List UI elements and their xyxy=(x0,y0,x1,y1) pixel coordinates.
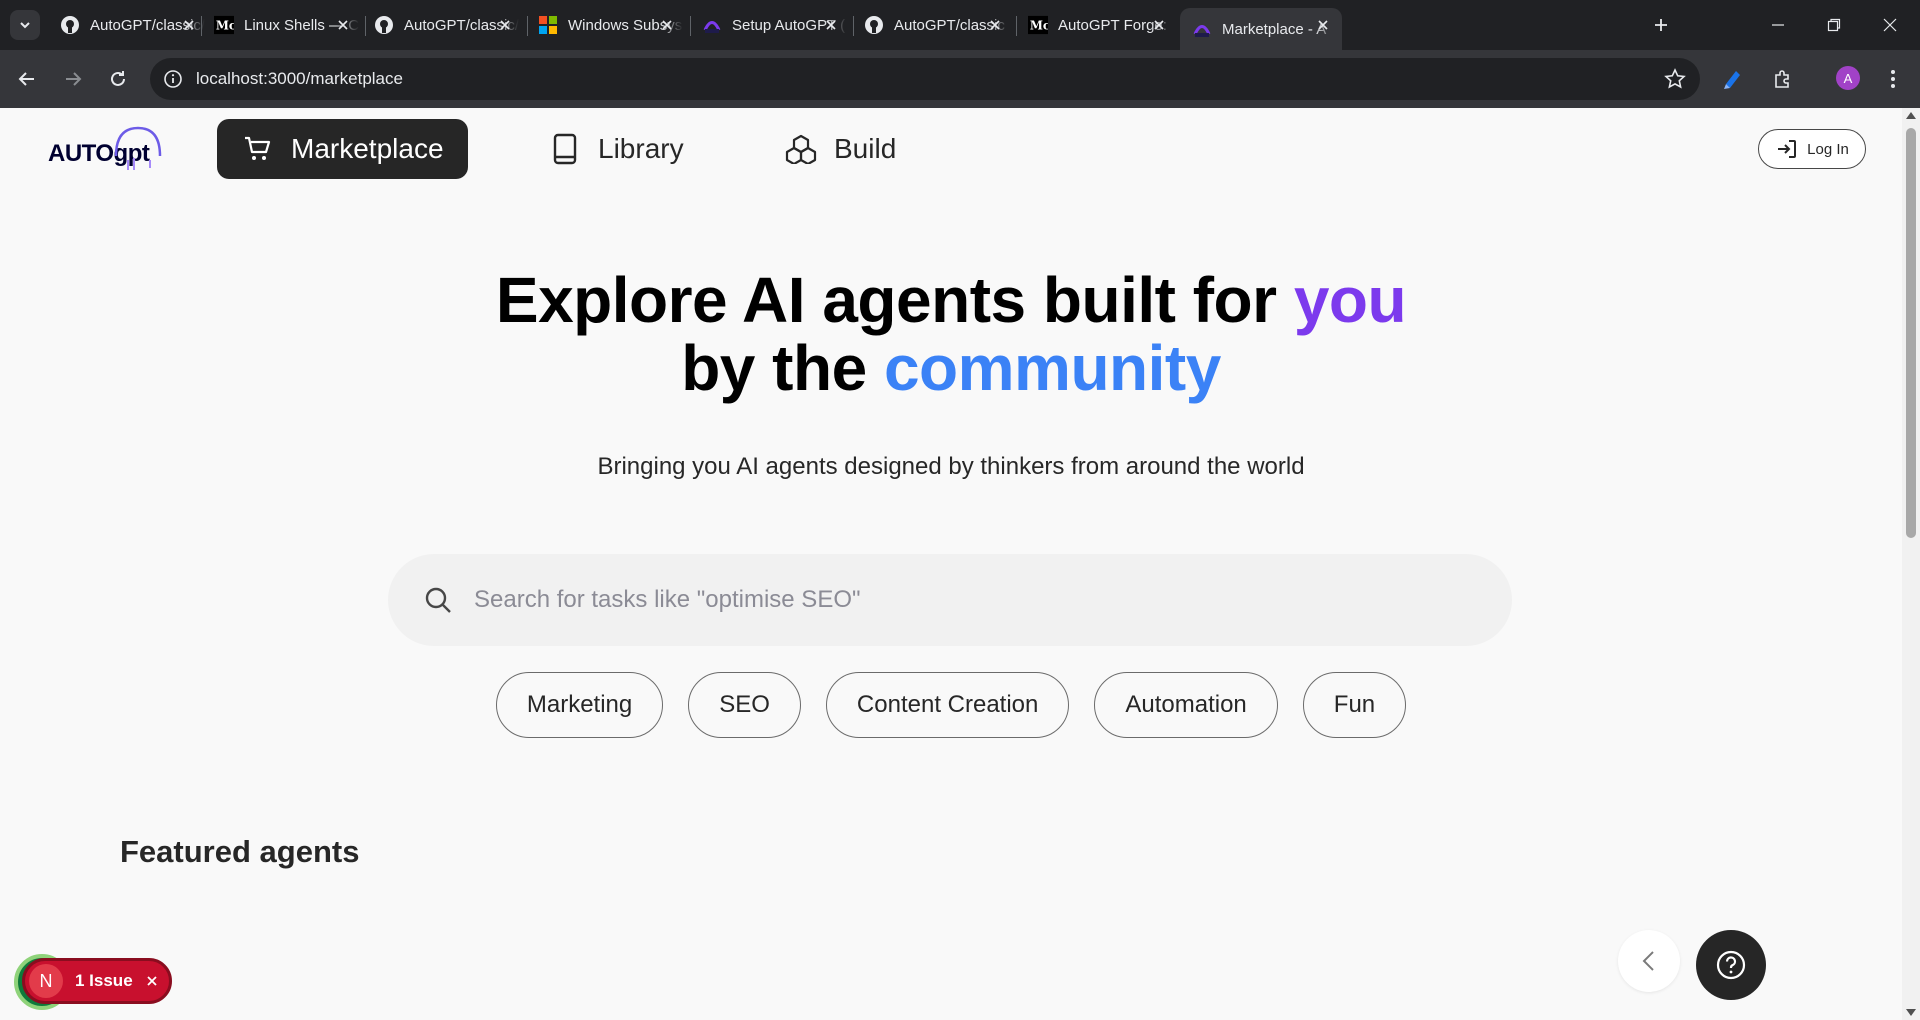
close-icon[interactable] xyxy=(986,16,1004,34)
extension-arrow-icon[interactable] xyxy=(1718,64,1748,94)
minimize-button[interactable] xyxy=(1756,10,1800,40)
chip-automation[interactable]: Automation xyxy=(1094,672,1278,738)
browser-tab[interactable]: AutoGPT/classic/ xyxy=(362,8,524,42)
hero-line-2-text: by the xyxy=(681,332,884,404)
nav-library-label: Library xyxy=(598,133,684,164)
scroll-down-arrow-icon[interactable] xyxy=(1906,1009,1916,1016)
cart-icon xyxy=(241,132,275,166)
browser-tab[interactable]: Mc Linux Shells — C xyxy=(202,8,362,42)
scroll-up-arrow-icon[interactable] xyxy=(1906,112,1916,119)
hero-subtitle: Bringing you AI agents designed by think… xyxy=(597,453,1305,480)
close-icon[interactable] xyxy=(822,16,840,34)
autogpt-logo[interactable]: AUTOgpt xyxy=(48,122,164,174)
github-icon xyxy=(374,15,394,35)
logo-arc-icon xyxy=(114,126,162,170)
carousel-prev-button[interactable] xyxy=(1618,930,1680,992)
arrow-left-icon xyxy=(18,72,34,86)
search-input[interactable] xyxy=(474,576,1454,624)
close-icon[interactable] xyxy=(143,972,161,990)
scroll-thumb[interactable] xyxy=(1906,128,1916,538)
chip-marketing[interactable]: Marketing xyxy=(495,672,664,738)
nav-build[interactable]: Build xyxy=(784,119,896,179)
back-button[interactable] xyxy=(12,64,42,94)
close-icon xyxy=(1883,18,1897,32)
browser-tab-bar: AutoGPT/classic/ Mc Linux Shells — C Aut… xyxy=(0,0,1920,50)
hero-heading: Explore AI agents built for you by the c… xyxy=(0,266,1902,402)
more-menu-icon[interactable] xyxy=(1878,64,1908,94)
medium-icon: Mc xyxy=(214,15,234,35)
close-icon[interactable] xyxy=(658,16,676,34)
featured-agents-heading: Featured agents xyxy=(120,834,360,869)
search-bar[interactable] xyxy=(388,554,1512,646)
page-scrollbar[interactable] xyxy=(1902,108,1920,1020)
close-icon[interactable] xyxy=(1150,16,1168,34)
url-text[interactable]: localhost:3000/marketplace xyxy=(196,69,403,89)
dev-issues-overlay[interactable]: N 1 Issue xyxy=(14,952,174,1012)
restore-icon xyxy=(1827,18,1841,32)
site-info-icon[interactable] xyxy=(162,68,184,90)
chevron-left-icon xyxy=(1642,951,1654,971)
nav-marketplace[interactable]: Marketplace xyxy=(217,119,468,179)
autogpt-icon xyxy=(702,15,722,35)
forward-button[interactable] xyxy=(58,64,88,94)
arrow-right-icon xyxy=(66,72,82,86)
nav-library[interactable]: Library xyxy=(548,119,684,179)
blocks-icon xyxy=(784,132,818,166)
next-logo-icon: N xyxy=(29,964,63,998)
github-icon xyxy=(864,15,884,35)
address-bar[interactable]: localhost:3000/marketplace xyxy=(150,58,1700,100)
chevron-down-icon xyxy=(20,22,30,29)
browser-tab[interactable]: AutoGPT/classic xyxy=(852,8,1014,42)
extensions-puzzle-icon[interactable] xyxy=(1768,64,1798,94)
chip-content-creation[interactable]: Content Creation xyxy=(825,672,1070,738)
search-icon xyxy=(422,584,454,616)
login-button[interactable]: Log In xyxy=(1758,129,1866,169)
category-chips: Marketing SEO Content Creation Automatio… xyxy=(0,672,1902,738)
close-window-button[interactable] xyxy=(1868,10,1912,40)
hero-line-2: by the community xyxy=(0,334,1902,402)
help-button[interactable] xyxy=(1696,930,1766,1000)
login-label: Log In xyxy=(1807,140,1849,158)
browser-tab[interactable]: Mc AutoGPT Forge: xyxy=(1016,8,1178,42)
github-icon xyxy=(60,15,80,35)
help-circle-icon xyxy=(1716,950,1746,980)
new-tab-button[interactable] xyxy=(1648,12,1674,38)
close-icon[interactable] xyxy=(496,16,514,34)
hero-line-1-text: Explore AI agents built for xyxy=(495,264,1294,336)
browser-tab[interactable]: Windows Subsys xyxy=(526,8,686,42)
chip-seo[interactable]: SEO xyxy=(688,672,801,738)
minimize-icon xyxy=(1772,24,1784,26)
windows-icon xyxy=(538,15,558,35)
book-icon xyxy=(548,132,582,166)
svg-text:Mc: Mc xyxy=(1030,19,1048,33)
reload-button[interactable] xyxy=(103,64,133,94)
browser-tab[interactable]: Setup AutoGPT ( xyxy=(690,8,850,42)
tab-search-button[interactable] xyxy=(10,10,40,40)
medium-icon: Mc xyxy=(1028,15,1048,35)
nav-build-label: Build xyxy=(834,133,897,164)
hero-accent-you: you xyxy=(1293,264,1407,336)
login-icon xyxy=(1775,137,1799,161)
marketplace-page: AUTOgpt Marketplace Library Build Log In… xyxy=(0,108,1902,1020)
bookmark-star-icon[interactable] xyxy=(1664,68,1686,90)
browser-tab[interactable]: AutoGPT/classic/ xyxy=(48,8,208,42)
reload-icon xyxy=(111,71,125,86)
close-icon[interactable] xyxy=(1314,16,1332,34)
nav-marketplace-label: Marketplace xyxy=(291,133,444,164)
autogpt-icon xyxy=(1192,19,1212,39)
issues-badge[interactable]: N 1 Issue xyxy=(22,958,172,1004)
restore-button[interactable] xyxy=(1812,10,1856,40)
hero-line-1: Explore AI agents built for you xyxy=(0,266,1902,334)
svg-text:Mc: Mc xyxy=(216,19,234,33)
profile-avatar[interactable]: A xyxy=(1836,66,1860,90)
hero-accent-community: community xyxy=(883,332,1221,404)
issues-label: 1 Issue xyxy=(75,971,133,990)
chip-fun[interactable]: Fun xyxy=(1302,672,1407,738)
close-icon[interactable] xyxy=(180,16,198,34)
plus-icon xyxy=(1655,19,1667,31)
close-icon[interactable] xyxy=(334,16,352,34)
browser-tab-active[interactable]: Marketplace - A xyxy=(1180,8,1342,50)
browser-toolbar: localhost:3000/marketplace A xyxy=(0,50,1920,108)
